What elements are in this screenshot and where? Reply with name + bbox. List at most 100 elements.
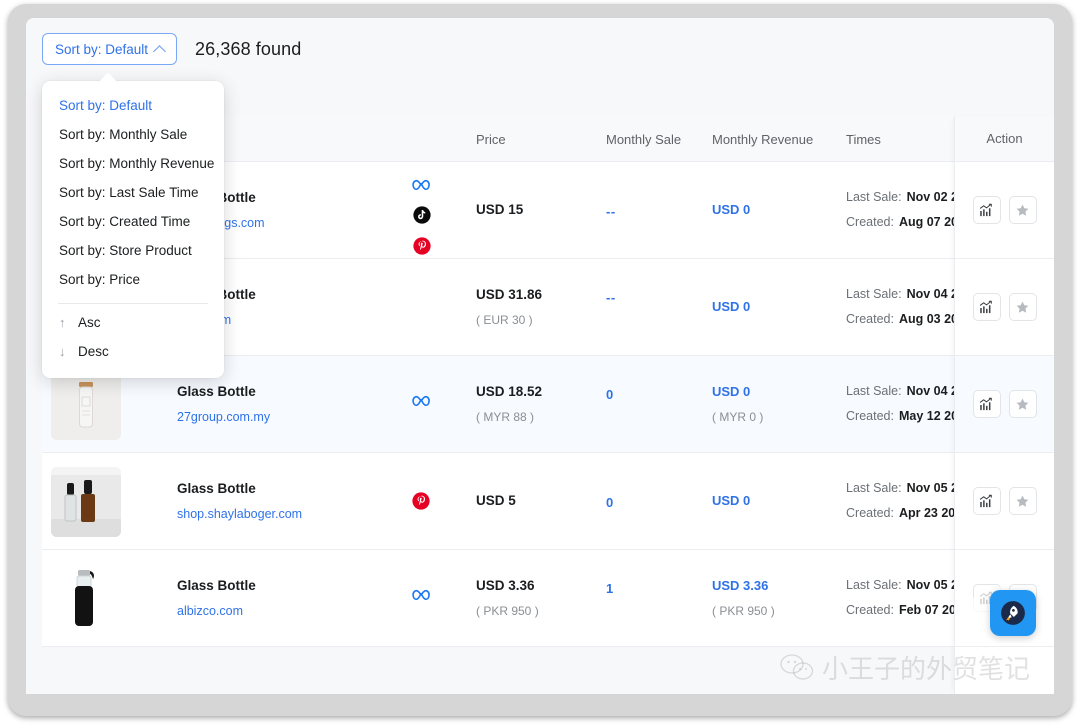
favorite-button[interactable]: [1008, 390, 1037, 418]
monthly-sale-value[interactable]: --: [606, 290, 616, 305]
price-local-value: ( PKR 950 ): [476, 604, 539, 618]
star-icon: [1016, 204, 1029, 216]
product-domain-link[interactable]: shop.shaylaboger.com: [177, 507, 302, 521]
product-domain-link[interactable]: 27group.com.my: [177, 410, 270, 424]
arrow-icon: ↑: [59, 315, 66, 330]
favorite-button[interactable]: [1008, 487, 1037, 515]
chart-icon: [979, 300, 992, 313]
star-icon: [1016, 301, 1029, 313]
pinterest-icon[interactable]: [413, 237, 431, 260]
sort-by-button[interactable]: Sort by: Default: [42, 33, 178, 65]
meta-icon[interactable]: [412, 395, 432, 414]
created-label: Created:: [846, 409, 894, 423]
toolbar: Sort by: Default 26,368 found: [26, 18, 1054, 80]
price-value: USD 18.52: [476, 384, 543, 399]
column-header-monthly-revenue[interactable]: Monthly Revenue: [712, 116, 813, 162]
trend-chart-button[interactable]: [972, 293, 1001, 321]
monthly-revenue-value[interactable]: USD 0: [712, 384, 763, 399]
monthly-revenue-local-value: ( MYR 0 ): [712, 410, 764, 424]
favorite-button[interactable]: [1008, 293, 1037, 321]
column-header-times[interactable]: Times: [846, 116, 881, 162]
sort-direction-desc[interactable]: ↓ Desc: [42, 337, 224, 366]
created-label: Created:: [846, 506, 894, 520]
chart-icon: [979, 397, 992, 410]
price-cell: USD 5: [476, 493, 516, 508]
product-name: Glass Bottle: [177, 481, 256, 496]
price-local-value: ( MYR 88 ): [476, 410, 535, 424]
sort-option-4[interactable]: Sort by: Created Time: [42, 207, 224, 236]
monthly-revenue-value[interactable]: USD 0: [712, 202, 750, 217]
product-image: [51, 564, 121, 634]
monthly-revenue-value[interactable]: USD 0: [712, 299, 750, 314]
price-cell: USD 31.86 ( EUR 30 ): [476, 287, 542, 327]
monthly-revenue-value[interactable]: USD 0: [712, 493, 750, 508]
social-channels: [412, 492, 430, 515]
meta-icon[interactable]: [412, 179, 432, 198]
favorite-button[interactable]: [1008, 196, 1037, 224]
trend-chart-button[interactable]: [972, 196, 1001, 224]
sort-direction-options: ↑ Asc ↓ Desc: [42, 308, 224, 366]
star-icon: [1016, 495, 1029, 507]
sort-dropdown-menu: Sort by: Default Sort by: Monthly Sale Sor…: [42, 72, 224, 378]
browser-viewport: Sort by: Default 26,368 found Price Mont…: [26, 18, 1054, 694]
rocket-fab-button[interactable]: [990, 590, 1036, 636]
product-thumbnail[interactable]: [51, 370, 121, 440]
product-info: Glass Bottle albizco.com: [177, 578, 256, 618]
price-local-value: ( EUR 30 ): [476, 313, 533, 327]
product-name: Glass Bottle: [177, 384, 256, 399]
tiktok-icon[interactable]: [413, 206, 431, 229]
last-sale-label: Last Sale:: [846, 481, 902, 495]
social-channels: [412, 179, 432, 260]
product-thumbnail[interactable]: [51, 564, 121, 634]
sort-option-5[interactable]: Sort by: Store Product: [42, 236, 224, 265]
chart-icon: [979, 494, 992, 507]
monthly-revenue-local-value: ( PKR 950 ): [712, 604, 775, 618]
monthly-sale-value[interactable]: 1: [606, 581, 613, 596]
trend-chart-button[interactable]: [972, 390, 1001, 418]
last-sale-label: Last Sale:: [846, 384, 902, 398]
monthly-revenue-cell: USD 0: [712, 493, 750, 508]
created-label: Created:: [846, 603, 894, 617]
sort-direction-label: Desc: [78, 344, 109, 359]
trend-chart-button[interactable]: [972, 487, 1001, 515]
arrow-icon: ↓: [59, 344, 66, 359]
column-header-price[interactable]: Price: [476, 116, 506, 162]
monthly-revenue-value[interactable]: USD 3.36: [712, 578, 775, 593]
wechat-icon: [780, 653, 814, 680]
column-header-monthly-sale[interactable]: Monthly Sale: [606, 116, 681, 162]
sort-direction-asc[interactable]: ↑ Asc: [42, 308, 224, 337]
monthly-sale-value[interactable]: --: [606, 204, 616, 219]
price-cell: USD 3.36 ( PKR 950 ): [476, 578, 539, 618]
pinterest-icon[interactable]: [412, 492, 430, 515]
price-value: USD 5: [476, 493, 516, 508]
sort-option-6[interactable]: Sort by: Price: [42, 265, 224, 294]
monthly-sale-value[interactable]: 0: [606, 387, 613, 402]
price-cell: USD 15: [476, 202, 523, 217]
monthly-revenue-cell: USD 0: [712, 299, 750, 314]
table-row[interactable]: Glass Bottle albizco.com USD 3.36 ( PKR 950…: [42, 550, 1054, 647]
meta-icon[interactable]: [412, 589, 432, 608]
last-sale-label: Last Sale:: [846, 287, 902, 301]
sort-option-0[interactable]: Sort by: Default: [42, 91, 224, 120]
browser-window-frame: Sort by: Default 26,368 found Price Mont…: [8, 4, 1072, 716]
sort-option-2[interactable]: Sort by: Monthly Revenue: [42, 149, 224, 178]
star-icon: [1016, 398, 1029, 410]
result-count-label: 26,368 found: [195, 38, 302, 59]
action-column-body: [955, 162, 1054, 647]
page-surface: Sort by: Default 26,368 found Price Mont…: [26, 18, 1054, 694]
product-domain-link[interactable]: albizco.com: [177, 604, 256, 618]
price-cell: USD 18.52 ( MYR 88 ): [476, 384, 542, 424]
product-image: [51, 467, 121, 537]
column-header-action: Action: [955, 116, 1054, 162]
sort-option-3[interactable]: Sort by: Last Sale Time: [42, 178, 224, 207]
product-name: Glass Bottle: [177, 578, 256, 593]
monthly-sale-value[interactable]: 0: [606, 495, 613, 510]
social-channels: [412, 395, 432, 414]
table-row[interactable]: Glass Bottle shop.shaylaboger.com USD 5 0 US…: [42, 453, 1054, 550]
monthly-revenue-cell: USD 0: [712, 202, 750, 217]
sort-option-1[interactable]: Sort by: Monthly Sale: [42, 120, 224, 149]
price-value: USD 3.36: [476, 578, 535, 593]
product-info: Glass Bottle shop.shaylaboger.com: [177, 481, 302, 521]
rocket-icon: [1001, 601, 1025, 625]
product-thumbnail[interactable]: [51, 467, 121, 537]
